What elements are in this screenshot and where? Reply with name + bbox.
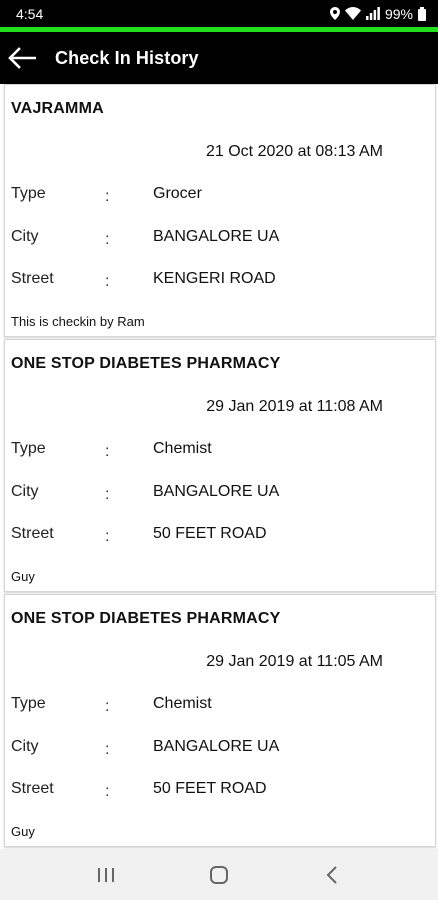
field-row-type: Type : Chemist [11, 440, 431, 462]
field-value: 50 FEET ROAD [153, 780, 267, 797]
status-icons: 99% [329, 5, 426, 22]
wifi-icon [344, 7, 361, 20]
field-colon: : [105, 231, 110, 248]
checkin-note: This is checkin by Ram [11, 314, 145, 329]
back-button[interactable] [2, 32, 42, 84]
field-label: Type [11, 695, 46, 712]
field-colon: : [105, 528, 110, 545]
field-value: BANGALORE UA [153, 483, 280, 500]
store-name: ONE STOP DIABETES PHARMACY [11, 355, 281, 372]
field-colon: : [105, 698, 110, 715]
field-colon: : [105, 273, 110, 290]
field-colon: : [105, 783, 110, 800]
field-colon: : [105, 188, 110, 205]
home-button[interactable] [189, 855, 249, 895]
checkin-note: Guy [11, 569, 35, 584]
field-row-city: City : BANGALORE UA [11, 228, 431, 250]
field-label: City [11, 483, 39, 500]
checkin-card[interactable]: ONE STOP DIABETES PHARMACY 29 Jan 2019 a… [4, 339, 436, 592]
checkin-datetime: 29 Jan 2019 at 11:05 AM [206, 653, 383, 670]
system-back-button[interactable] [302, 855, 362, 895]
store-name: ONE STOP DIABETES PHARMACY [11, 610, 281, 627]
signal-icon [365, 7, 380, 20]
checkin-list[interactable]: VAJRAMMA 21 Oct 2020 at 08:13 AM Type : … [0, 84, 438, 849]
page-title: Check In History [55, 47, 199, 68]
recent-apps-icon [98, 867, 115, 882]
checkin-note: Guy [11, 824, 35, 839]
location-icon [329, 7, 340, 20]
battery-icon [418, 6, 426, 21]
back-icon [326, 865, 337, 884]
checkin-datetime: 29 Jan 2019 at 11:08 AM [206, 398, 383, 415]
field-colon: : [105, 486, 110, 503]
field-label: Type [11, 185, 46, 202]
field-row-city: City : BANGALORE UA [11, 738, 431, 760]
checkin-datetime: 21 Oct 2020 at 08:13 AM [205, 143, 383, 160]
app-bar: Check In History [0, 32, 438, 84]
field-value: BANGALORE UA [153, 228, 280, 245]
battery-percent: 99% [384, 5, 413, 22]
field-label: Street [11, 270, 54, 287]
field-row-street: Street : KENGERI ROAD [11, 270, 431, 292]
home-icon [209, 865, 228, 884]
field-label: Street [11, 780, 54, 797]
checkin-card[interactable]: ONE STOP DIABETES PHARMACY 29 Jan 2019 a… [4, 594, 436, 847]
field-value: Chemist [153, 440, 212, 457]
field-value: Grocer [153, 185, 202, 202]
field-row-city: City : BANGALORE UA [11, 483, 431, 505]
field-row-type: Type : Grocer [11, 185, 431, 207]
field-row-street: Street : 50 FEET ROAD [11, 780, 431, 802]
status-bar: 4:54 99% [0, 0, 438, 27]
store-name: VAJRAMMA [11, 100, 104, 117]
arrow-left-icon [8, 47, 36, 69]
field-value: BANGALORE UA [153, 738, 280, 755]
field-colon: : [105, 443, 110, 460]
field-value: Chemist [153, 695, 212, 712]
recent-apps-button[interactable] [76, 855, 136, 895]
field-colon: : [105, 741, 110, 758]
field-label: City [11, 228, 39, 245]
field-value: 50 FEET ROAD [153, 525, 267, 542]
field-row-street: Street : 50 FEET ROAD [11, 525, 431, 547]
checkin-card[interactable]: VAJRAMMA 21 Oct 2020 at 08:13 AM Type : … [4, 84, 436, 337]
field-label: Street [11, 525, 54, 542]
system-nav-bar [0, 849, 438, 900]
field-label: Type [11, 440, 46, 457]
status-time: 4:54 [16, 5, 44, 22]
field-value: KENGERI ROAD [153, 270, 276, 287]
field-row-type: Type : Chemist [11, 695, 431, 717]
field-label: City [11, 738, 39, 755]
